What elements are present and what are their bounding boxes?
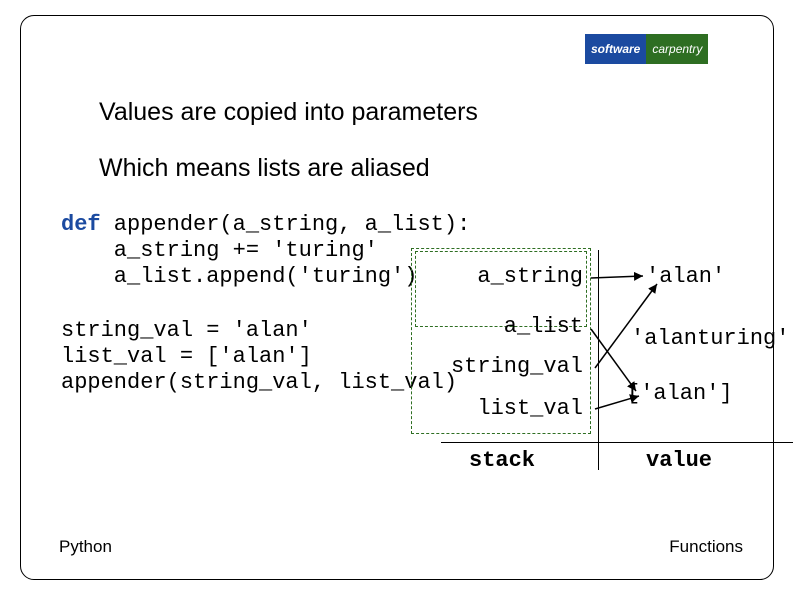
stack-label-a-string: a_string bbox=[415, 264, 583, 289]
logo: software carpentry bbox=[585, 34, 745, 64]
stack-label-string-val: string_val bbox=[415, 354, 583, 379]
header-value: value bbox=[646, 448, 712, 473]
value-alanturing: 'alanturing' bbox=[631, 326, 789, 351]
header-underline bbox=[441, 442, 793, 443]
header-stack: stack bbox=[469, 448, 535, 473]
footer-left: Python bbox=[59, 537, 112, 557]
code-line-1-rest: appender(a_string, a_list): bbox=[101, 212, 471, 237]
code-line-6: appender(string_val, list_val) bbox=[61, 370, 457, 395]
value-alan: 'alan' bbox=[646, 264, 725, 289]
logo-carpentry: carpentry bbox=[646, 34, 708, 64]
code-line-3: a_list.append('turing') bbox=[61, 264, 417, 289]
keyword-def: def bbox=[61, 212, 101, 237]
bullet-line-2: Which means lists are aliased bbox=[99, 154, 430, 183]
code-line-2: a_string += 'turing' bbox=[61, 238, 378, 263]
stack-value-divider bbox=[598, 250, 599, 470]
footer-right: Functions bbox=[669, 537, 743, 557]
code-line-1: def appender(a_string, a_list): bbox=[61, 212, 470, 237]
stack-label-list-val: list_val bbox=[415, 396, 583, 421]
logo-software: software bbox=[585, 34, 646, 64]
bullet-line-1: Values are copied into parameters bbox=[99, 98, 478, 127]
code-line-4: string_val = 'alan' bbox=[61, 318, 312, 343]
code-line-5: list_val = ['alan'] bbox=[61, 344, 312, 369]
stack-label-a-list: a_list bbox=[415, 314, 583, 339]
slide-frame: software carpentry Values are copied int… bbox=[20, 15, 774, 580]
value-list-alan: ['alan'] bbox=[627, 381, 733, 406]
